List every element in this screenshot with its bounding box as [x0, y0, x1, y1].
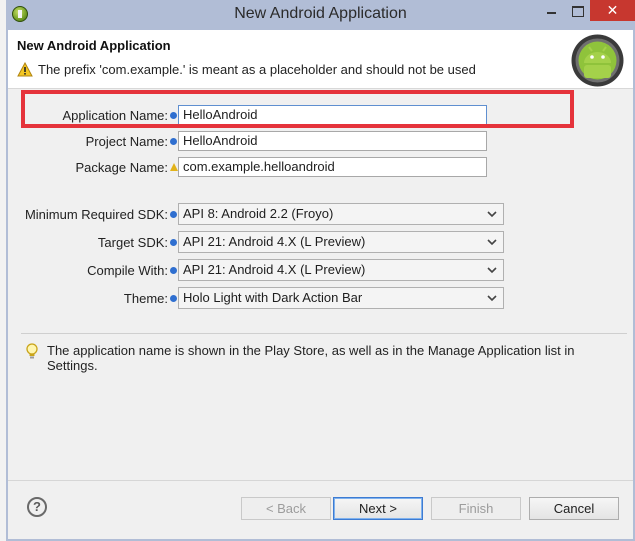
compile-with-value: API 21: Android 4.X (L Preview): [183, 262, 366, 277]
info-icon: [170, 267, 177, 274]
target-sdk-select[interactable]: API 21: Android 4.X (L Preview): [178, 231, 504, 253]
theme-select[interactable]: Holo Light with Dark Action Bar: [178, 287, 504, 309]
cancel-button[interactable]: Cancel: [529, 497, 619, 520]
theme-label: Theme:: [123, 291, 168, 306]
minimum-sdk-label: Minimum Required SDK:: [24, 207, 168, 222]
package-name-label: Package Name:: [75, 160, 169, 175]
finish-button[interactable]: Finish: [431, 497, 521, 520]
warning-small-icon: [170, 163, 178, 171]
separator: [21, 333, 627, 334]
info-icon: [170, 138, 177, 145]
chevron-down-icon: [487, 295, 497, 302]
android-logo: [571, 34, 624, 87]
project-name-input[interactable]: HelloAndroid: [178, 131, 487, 151]
minimize-icon: [547, 12, 556, 14]
minimum-sdk-select[interactable]: API 8: Android 2.2 (Froyo): [178, 203, 504, 225]
minimize-button[interactable]: [538, 0, 564, 21]
wizard-header: New Android Application The prefix 'com.…: [8, 30, 633, 89]
info-icon: [170, 239, 177, 246]
info-icon: [170, 211, 177, 218]
title-bar: New Android Application ✕: [6, 0, 635, 30]
close-button[interactable]: ✕: [590, 0, 635, 21]
target-sdk-value: API 21: Android 4.X (L Preview): [183, 234, 366, 249]
info-icon: [170, 295, 177, 302]
chevron-down-icon: [487, 267, 497, 274]
help-icon[interactable]: ?: [27, 497, 47, 517]
button-bar-separator: [8, 480, 633, 481]
compile-with-label: Compile With:: [87, 263, 168, 278]
close-icon: ✕: [606, 2, 619, 18]
theme-value: Holo Light with Dark Action Bar: [183, 290, 363, 305]
minimum-sdk-value: API 8: Android 2.2 (Froyo): [183, 206, 334, 221]
lightbulb-icon: [26, 343, 38, 359]
warning-icon: [17, 62, 33, 77]
project-name-label: Project Name:: [85, 134, 168, 149]
back-button[interactable]: < Back: [241, 497, 331, 520]
page-title: New Android Application: [17, 38, 171, 53]
chevron-down-icon: [487, 211, 497, 218]
highlight-box: [21, 90, 574, 128]
next-button[interactable]: Next >: [333, 497, 423, 520]
package-name-input[interactable]: com.example.helloandroid: [178, 157, 487, 177]
maximize-icon: [572, 6, 584, 17]
hint-text: The application name is shown in the Pla…: [47, 343, 575, 373]
compile-with-select[interactable]: API 21: Android 4.X (L Preview): [178, 259, 504, 281]
dialog-window: New Android Application ✕ New Android Ap…: [6, 0, 635, 541]
header-message: The prefix 'com.example.' is meant as a …: [38, 62, 476, 77]
target-sdk-label: Target SDK:: [97, 235, 168, 250]
maximize-button[interactable]: [564, 0, 590, 21]
chevron-down-icon: [487, 239, 497, 246]
